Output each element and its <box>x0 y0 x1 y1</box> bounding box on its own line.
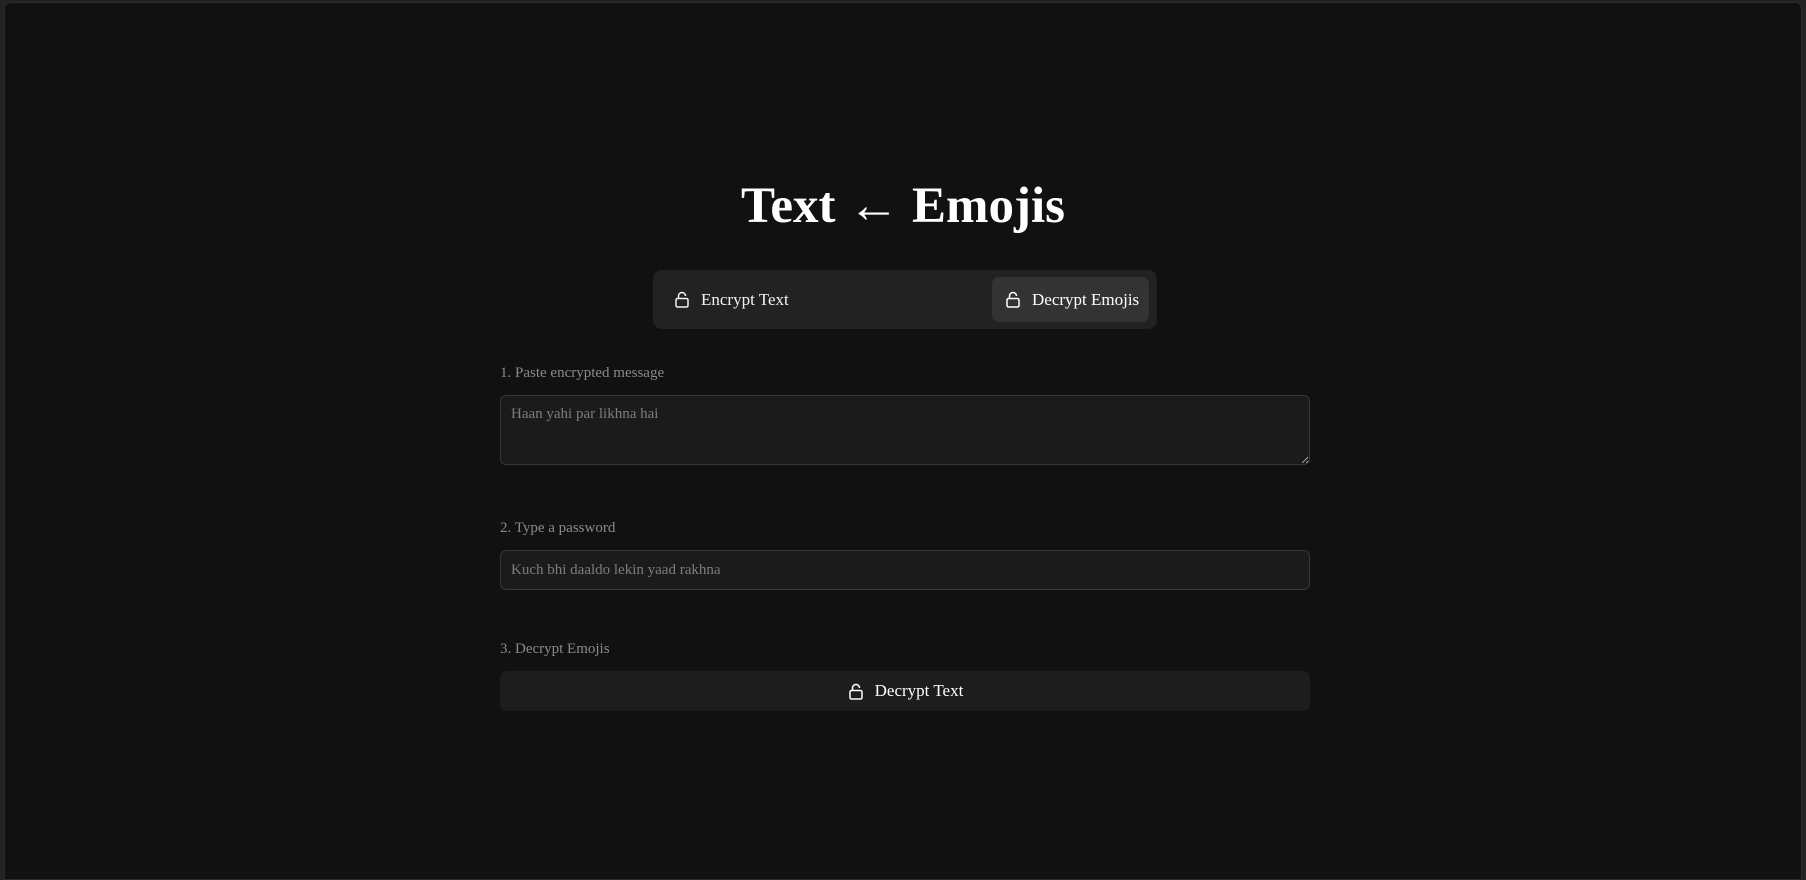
page-title: Text ← Emojis <box>741 178 1065 234</box>
unlock-icon <box>847 681 865 701</box>
decrypt-emojis-tab[interactable]: Decrypt Emojis <box>992 277 1149 322</box>
password-input[interactable] <box>500 550 1310 590</box>
decrypt-text-button-label: Decrypt Text <box>874 681 964 700</box>
decrypt-text-button[interactable]: Decrypt Text <box>500 671 1310 711</box>
unlock-icon <box>673 290 691 310</box>
decrypt-emojis-tab-label: Decrypt Emojis <box>1032 289 1140 309</box>
decrypt-step-label: 3. Decrypt Emojis <box>500 641 610 657</box>
encrypted-message-input[interactable] <box>500 395 1310 465</box>
unlock-icon <box>1004 290 1022 310</box>
encrypt-text-tab-label: Encrypt Text <box>701 289 789 309</box>
mode-switcher: Encrypt Text Decrypt Emojis <box>653 270 1157 329</box>
message-label: 1. Paste encrypted message <box>500 365 665 381</box>
encrypt-text-tab[interactable]: Encrypt Text <box>659 277 959 322</box>
password-label: 2. Type a password <box>500 520 616 536</box>
